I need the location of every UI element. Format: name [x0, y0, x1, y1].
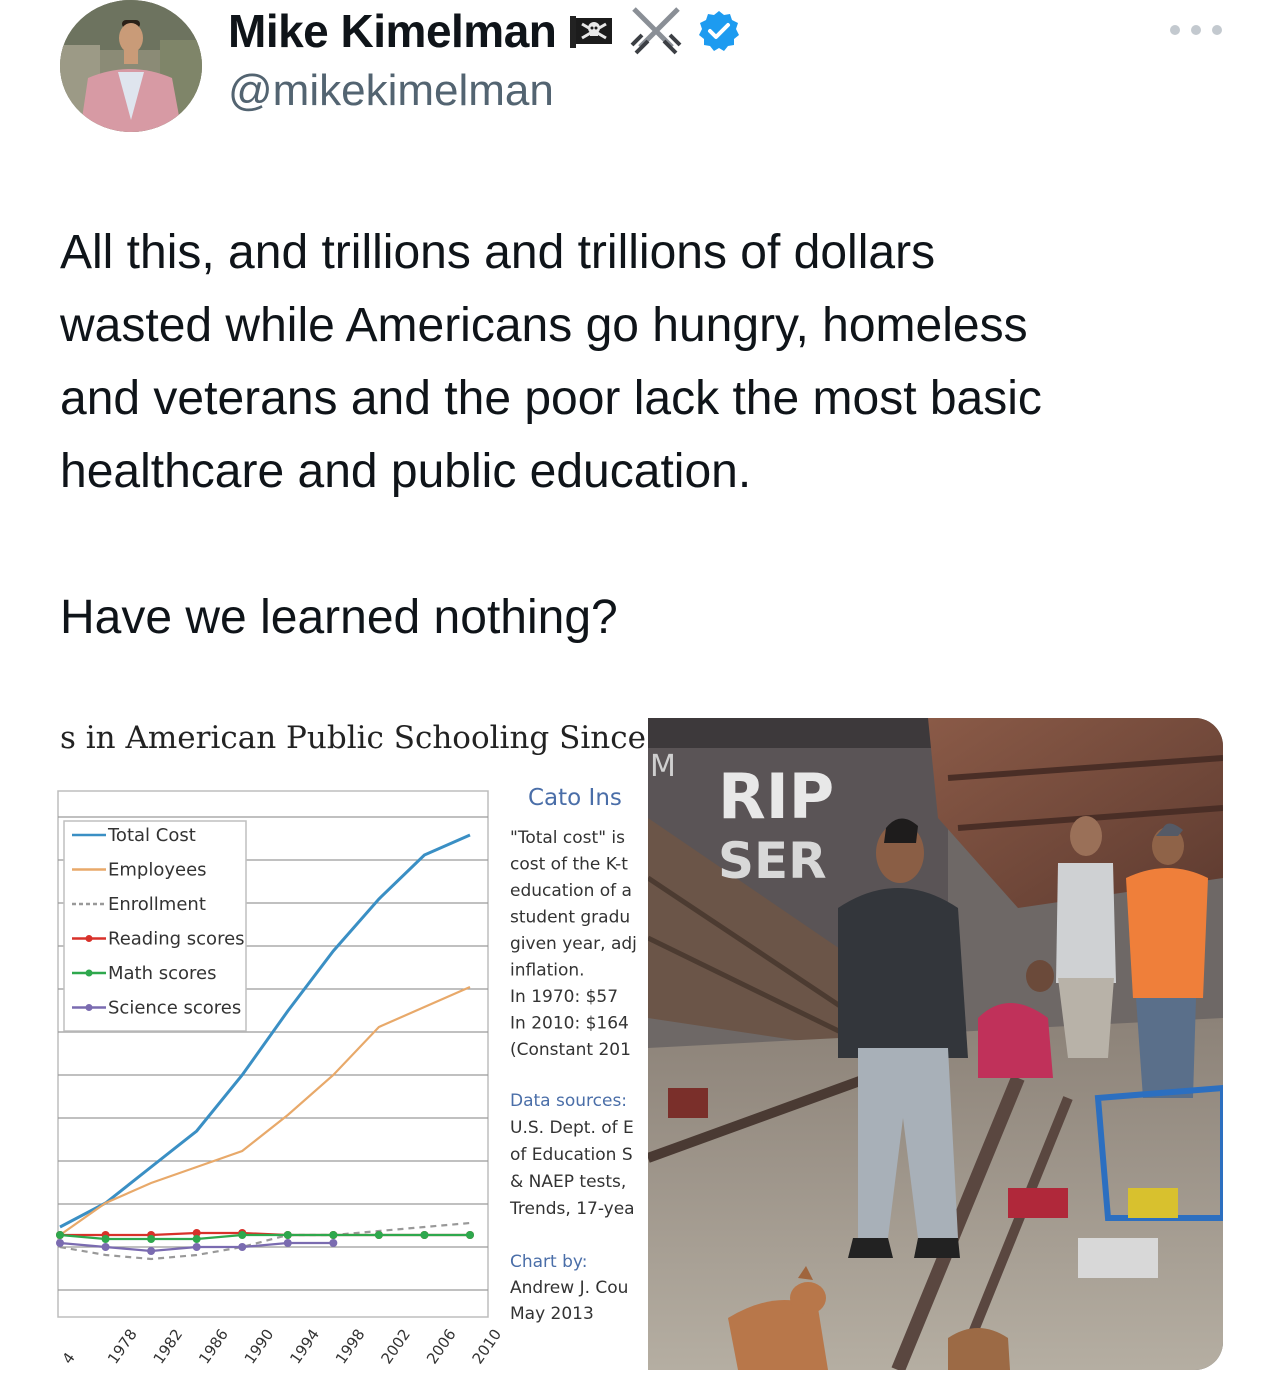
crossed-swords-icon — [630, 7, 682, 55]
chart-by-line: May 2013 — [510, 1304, 594, 1324]
note-line: given year, adj — [510, 934, 637, 954]
note-text: "Total cost" is cost of the K-t education … — [510, 828, 637, 1060]
note-line: education of a — [510, 881, 632, 901]
data-source-line: of Education S — [510, 1145, 633, 1165]
note-line: inflation. — [510, 961, 585, 981]
verified-badge-icon[interactable] — [698, 10, 740, 52]
data-point — [420, 1231, 429, 1239]
x-tick-label: 1990 — [241, 1326, 278, 1368]
note-line: In 1970: $57 — [510, 987, 618, 1007]
avatar-photo — [60, 0, 202, 132]
note-line: "Total cost" is — [510, 828, 625, 848]
x-tick-label: 2002 — [377, 1326, 414, 1368]
tweet-line: wasted while Americans go hungry, homele… — [60, 299, 1028, 352]
legend-label: Enrollment — [108, 894, 206, 915]
data-source-line: Trends, 17-yea — [509, 1199, 635, 1219]
data-point — [283, 1231, 292, 1239]
data-point — [329, 1239, 338, 1247]
data-sources-text: U.S. Dept. of E of Education S & NAEP test… — [509, 1118, 635, 1219]
tweet-line: Have we learned nothing? — [60, 591, 618, 644]
legend-label: Total Cost — [107, 825, 196, 846]
author-name-row: Mike Kimelman — [228, 4, 740, 58]
tweet-line: and veterans and the poor lack the most … — [60, 372, 1042, 425]
chart-by-label: Chart by: — [510, 1252, 587, 1272]
data-sources-label: Data sources: — [510, 1091, 627, 1111]
x-tick-label: 2006 — [423, 1326, 460, 1368]
legend-label: Math scores — [108, 963, 217, 984]
dot-icon — [1191, 25, 1201, 35]
author-handle[interactable]: @mikekimelman — [228, 66, 554, 116]
note-line: student gradu — [510, 908, 630, 928]
x-tick-label: 2010 — [469, 1326, 506, 1368]
legend-label: Reading scores — [108, 929, 245, 950]
legend: Total Cost Employees Enrollment Reading sco… — [63, 820, 247, 1032]
note-line: In 2010: $164 — [510, 1014, 629, 1034]
x-tick-labels: 4 1978 1982 1986 1990 1994 1998 2002 2006 2010 — [59, 1326, 506, 1368]
legend-marker — [85, 1004, 93, 1011]
more-options-icon[interactable] — [1170, 18, 1222, 42]
note-line: cost of the K-t — [510, 855, 628, 875]
data-point — [329, 1231, 338, 1239]
data-point — [283, 1239, 292, 1247]
chart-title: s in American Public Schooling Since — [60, 720, 646, 756]
legend-label: Science scores — [108, 998, 241, 1019]
graffiti-text: M — [650, 749, 676, 784]
graffiti-text: RIP — [718, 760, 834, 833]
chart-by-text: Andrew J. Cou May 2013 — [510, 1278, 628, 1324]
data-point — [374, 1231, 383, 1239]
data-source-line: U.S. Dept. of E — [510, 1118, 634, 1138]
graffiti-text: SER — [718, 832, 827, 890]
source-header: Cato Ins — [528, 785, 622, 811]
x-tick-label: 4 — [59, 1349, 79, 1367]
pirate-flag-icon — [570, 16, 613, 48]
data-point — [56, 1239, 64, 1247]
tweet-line: All this, and trillions and trillions of… — [60, 226, 936, 279]
chart-by-line: Andrew J. Cou — [510, 1278, 628, 1298]
tweet-line: healthcare and public education. — [60, 445, 752, 498]
data-point — [238, 1231, 247, 1239]
x-tick-label: 1998 — [332, 1326, 369, 1368]
data-point — [192, 1243, 201, 1251]
x-tick-label: 1994 — [286, 1326, 323, 1368]
data-point — [238, 1243, 247, 1251]
media-photo[interactable]: RIP SER M — [648, 718, 1223, 1370]
media-chart-image[interactable]: s in American Public Schooling Since 4 19… — [0, 705, 648, 1395]
dot-icon — [1212, 25, 1222, 35]
data-source-line: & NAEP tests, — [510, 1172, 626, 1192]
author-name[interactable]: Mike Kimelman — [228, 4, 557, 58]
data-point — [466, 1231, 474, 1239]
data-point — [101, 1235, 110, 1243]
dot-icon — [1170, 25, 1180, 35]
chart-svg: s in American Public Schooling Since 4 19… — [56, 720, 646, 1368]
legend-label: Employees — [108, 860, 207, 881]
legend-marker — [85, 969, 93, 977]
x-tick-label: 1986 — [195, 1326, 232, 1368]
note-line: (Constant 201 — [510, 1040, 631, 1060]
data-point — [56, 1231, 64, 1239]
data-point — [101, 1243, 110, 1251]
data-point — [147, 1247, 156, 1255]
data-point — [147, 1235, 156, 1243]
x-tick-label: 1978 — [104, 1326, 141, 1368]
legend-marker — [85, 935, 93, 942]
author-avatar[interactable] — [60, 0, 202, 132]
x-tick-label: 1982 — [150, 1326, 187, 1368]
data-point — [192, 1235, 201, 1243]
tweet-text: All this, and trillions and trillions of… — [60, 216, 1240, 654]
encampment-photo: RIP SER M — [648, 718, 1223, 1370]
